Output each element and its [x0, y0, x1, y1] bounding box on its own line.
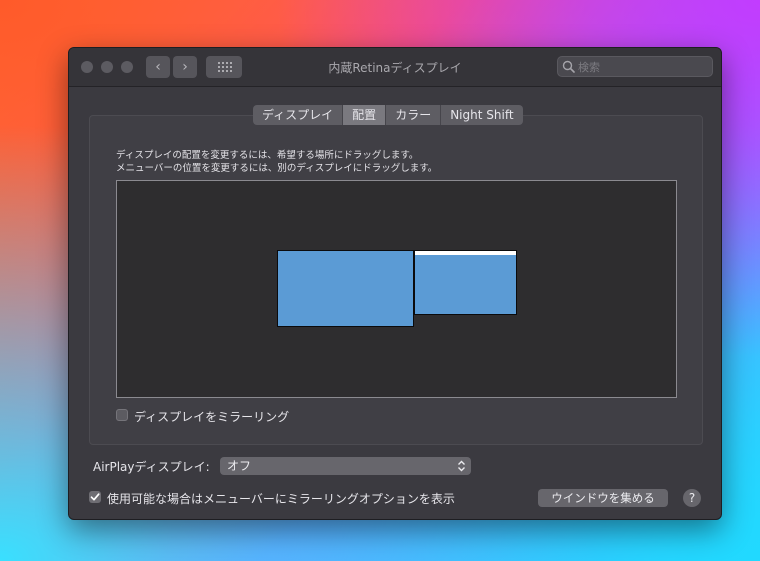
tab-night-shift[interactable]: Night Shift: [441, 105, 523, 125]
show-mirroring-options-label: 使用可能な場合はメニューバーにミラーリングオプションを表示: [107, 492, 455, 506]
airplay-select[interactable]: オフ: [220, 457, 471, 475]
segmented-tabs: ディスプレイ 配置 カラー Night Shift: [253, 105, 523, 125]
gather-windows-button[interactable]: ウインドウを集める: [538, 489, 668, 507]
menu-bar-indicator[interactable]: [415, 251, 516, 255]
tab-display[interactable]: ディスプレイ: [253, 105, 344, 125]
arrangement-description-line-2: メニューバーの位置を変更するには、別のディスプレイにドラッグします。: [116, 163, 438, 174]
display-thumbnail-secondary[interactable]: [414, 250, 517, 315]
chevron-up-down-icon: [458, 460, 465, 472]
checkmark-icon: [90, 493, 100, 501]
tab-arrangement[interactable]: 配置: [343, 105, 387, 125]
display-thumbnail-main[interactable]: [277, 250, 414, 327]
search-input[interactable]: [576, 59, 710, 76]
show-mirroring-options-checkbox[interactable]: [89, 491, 101, 503]
airplay-select-value: オフ: [227, 459, 252, 473]
display-arrangement-area[interactable]: [116, 180, 677, 398]
arrangement-panel: ディスプレイの配置を変更するには、希望する場所にドラッグします。 メニューバーの…: [89, 115, 703, 445]
tab-color[interactable]: カラー: [386, 105, 442, 125]
help-button[interactable]: ?: [683, 489, 701, 507]
mirror-displays-checkbox[interactable]: [116, 409, 128, 421]
search-field[interactable]: [557, 56, 713, 77]
preferences-window: ‹ › 内蔵Retinaディスプレイ ディスプレイ 配置 カラー Night S…: [68, 47, 722, 520]
search-icon: [562, 60, 575, 73]
airplay-label: AirPlayディスプレイ:: [93, 460, 210, 474]
arrangement-description-line-1: ディスプレイの配置を変更するには、希望する場所にドラッグします。: [116, 150, 419, 161]
question-mark-icon: ?: [688, 491, 696, 505]
mirror-displays-label: ディスプレイをミラーリング: [134, 410, 290, 424]
title-bar: ‹ › 内蔵Retinaディスプレイ: [69, 48, 721, 87]
